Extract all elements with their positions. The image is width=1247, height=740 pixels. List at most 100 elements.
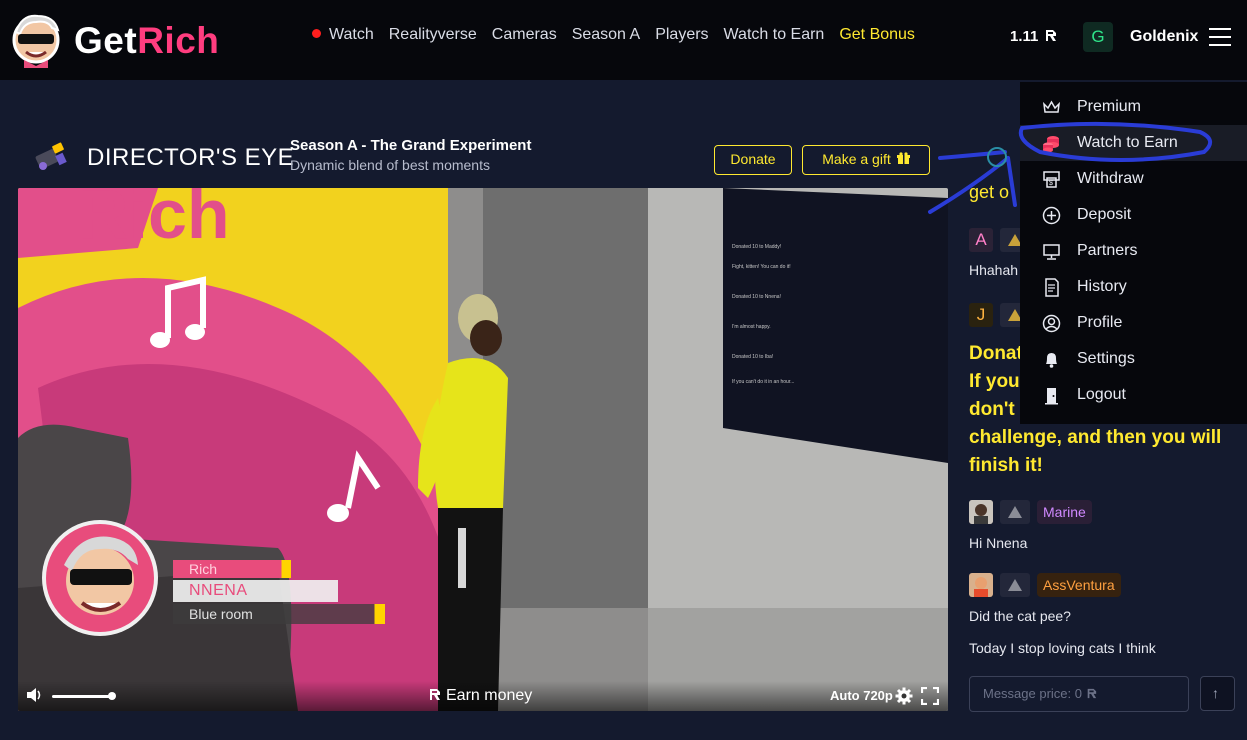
receipt-icon — [1045, 278, 1059, 297]
earn-money-button[interactable]: Earn money — [428, 687, 532, 705]
svg-text:Rich: Rich — [78, 188, 230, 253]
chat-message: Hi Nnena — [969, 535, 1028, 551]
svg-text:I'm almost happy.: I'm almost happy. — [732, 324, 771, 330]
bell-icon — [1046, 353, 1057, 368]
menu-item-label: Partners — [1077, 242, 1138, 259]
pyramid-rank-icon — [1008, 506, 1022, 518]
rich-coin-icon — [430, 689, 440, 700]
nav-realityverse[interactable]: Realityverse — [389, 26, 477, 44]
season-subtitle: Dynamic blend of best moments — [290, 157, 490, 173]
message-input[interactable]: Message price: 0 — [969, 676, 1189, 712]
earn-money-label: Earn money — [446, 687, 533, 704]
monitor-icon — [1043, 244, 1060, 260]
rank-badge — [1000, 573, 1030, 597]
lower-third-top: Rich — [173, 560, 291, 578]
svg-text:Donated 10 to Maddy!: Donated 10 to Maddy! — [732, 244, 781, 250]
chat-heading-partial: get o — [969, 182, 1010, 202]
rich-coin-icon — [1046, 30, 1057, 41]
svg-text:If you can't do it in an hour.: If you can't do it in an hour... — [732, 379, 794, 385]
season-title: Season A - The Grand Experiment — [290, 137, 532, 154]
plus-circle-icon — [1042, 206, 1061, 225]
user-avatar-photo[interactable] — [969, 573, 993, 597]
donation-line: finish it! — [969, 455, 1043, 476]
menu-item-withdraw[interactable]: $ Withdraw — [1020, 161, 1247, 197]
chat-message: Today I stop loving cats I think — [969, 640, 1156, 656]
video-player[interactable]: Rich Donated 10 to Maddy! Fight, kitten!… — [18, 188, 948, 711]
nav-cameras[interactable]: Cameras — [492, 26, 557, 44]
chat-message: Did the cat pee? — [969, 608, 1071, 624]
lower-third-room: Blue room — [173, 604, 385, 624]
brand-wordmark[interactable]: GetRich — [74, 20, 219, 62]
mascot-logo-icon[interactable] — [8, 10, 64, 68]
menu-item-premium[interactable]: Premium — [1020, 89, 1247, 125]
chat-user-badge[interactable]: A — [969, 228, 993, 252]
username[interactable]: Goldenix — [1130, 28, 1198, 46]
rich-coin-icon — [1087, 688, 1096, 699]
volume-icon[interactable] — [26, 687, 44, 703]
volume-slider-handle[interactable] — [108, 692, 116, 700]
donate-button[interactable]: Donate — [714, 145, 792, 175]
menu-item-label: Deposit — [1077, 206, 1132, 223]
fullscreen-icon[interactable] — [921, 687, 939, 705]
director-camera-icon — [35, 142, 67, 170]
balance[interactable]: 1.11 — [1010, 28, 1057, 45]
menu-item-watch-to-earn[interactable]: Watch to Earn — [1020, 125, 1247, 161]
chat-user-badge[interactable]: J — [969, 303, 993, 327]
gear-icon[interactable] — [895, 687, 913, 705]
coins-icon — [1043, 136, 1059, 153]
video-controls: Earn money Auto 720p — [18, 681, 948, 711]
chat-username[interactable]: Marine — [1037, 500, 1092, 524]
menu-item-logout[interactable]: Logout — [1020, 377, 1247, 413]
svg-text:Fight, kitten! You can do it!: Fight, kitten! You can do it! — [732, 264, 791, 270]
lower-third-name: NNENA — [173, 580, 338, 602]
user-dropdown-menu: Premium Watch to Earn $ Withdraw Deposit… — [1020, 82, 1247, 424]
rank-badge — [1000, 500, 1030, 524]
hamburger-menu-icon[interactable] — [1209, 28, 1231, 46]
send-button[interactable]: ↑ — [1200, 676, 1235, 711]
crown-icon — [1042, 100, 1061, 113]
menu-item-label: Logout — [1077, 386, 1126, 403]
nav-players[interactable]: Players — [655, 26, 708, 44]
user-avatar-photo[interactable] — [969, 500, 993, 524]
svg-text:$: $ — [1049, 180, 1053, 187]
main-nav: Watch Realityverse Cameras Season A Play… — [312, 26, 915, 44]
menu-item-partners[interactable]: Partners — [1020, 233, 1247, 269]
menu-item-history[interactable]: History — [1020, 269, 1247, 305]
gift-icon — [896, 152, 910, 164]
menu-item-label: Settings — [1077, 350, 1135, 367]
mascot-avatar-overlay — [42, 520, 158, 636]
message-input-placeholder: Message price: 0 — [983, 686, 1082, 701]
nav-season-a[interactable]: Season A — [572, 26, 641, 44]
channel-title: DIRECTOR'S EYE — [87, 144, 295, 171]
quality-selector[interactable]: Auto 720p — [830, 688, 893, 703]
svg-text:Donated 10 to Nnena!: Donated 10 to Nnena! — [732, 294, 781, 300]
arrow-up-icon: ↑ — [1212, 685, 1219, 701]
menu-item-deposit[interactable]: Deposit — [1020, 197, 1247, 233]
make-gift-button[interactable]: Make a gift — [802, 145, 930, 175]
door-icon — [1045, 388, 1058, 405]
menu-item-profile[interactable]: Profile — [1020, 305, 1247, 341]
nav-watch-to-earn[interactable]: Watch to Earn — [724, 26, 825, 44]
menu-item-label: Profile — [1077, 314, 1123, 331]
atm-icon: $ — [1043, 171, 1060, 188]
brand-part-rich: Rich — [137, 20, 220, 61]
app-root: GetRich Watch Realityverse Cameras Seaso… — [0, 0, 1247, 740]
balance-value: 1.11 — [1010, 28, 1039, 45]
menu-item-label: Premium — [1077, 98, 1142, 115]
chat-username[interactable]: AssVentura — [1037, 573, 1121, 597]
brand-part-get: Get — [74, 20, 138, 61]
user-circle-icon — [1042, 314, 1061, 333]
svg-text:Donated 10 to Iba!: Donated 10 to Iba! — [732, 354, 773, 360]
chat-message: Hhahah — [969, 262, 1019, 278]
menu-item-settings[interactable]: Settings — [1020, 341, 1247, 377]
pyramid-rank-icon — [1008, 579, 1022, 591]
top-navbar: GetRich Watch Realityverse Cameras Seaso… — [0, 0, 1247, 80]
menu-item-label: Withdraw — [1077, 170, 1144, 187]
user-avatar[interactable]: G — [1083, 22, 1113, 52]
nav-get-bonus[interactable]: Get Bonus — [839, 26, 915, 44]
live-dot-icon — [312, 29, 321, 38]
volume-slider-track[interactable] — [52, 695, 114, 698]
make-gift-label: Make a gift — [822, 151, 891, 167]
nav-watch[interactable]: Watch — [312, 26, 374, 44]
menu-item-label: History — [1077, 278, 1127, 295]
